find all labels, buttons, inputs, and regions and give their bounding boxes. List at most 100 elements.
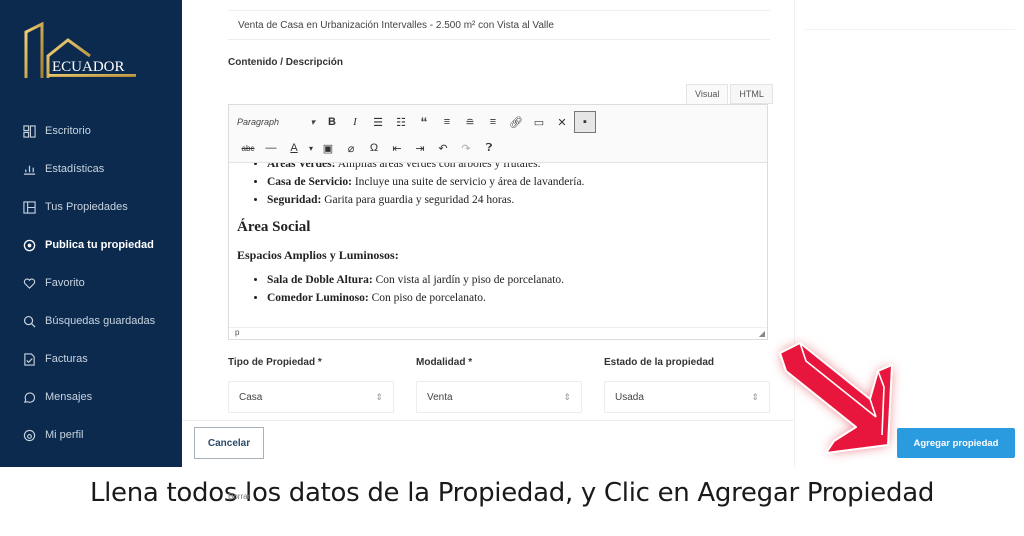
special-character-icon[interactable]: Ω [363, 137, 385, 159]
sidebar-item-cerrar-sesion[interactable]: Cerrar sesión [0, 454, 182, 467]
format-select[interactable]: Paragraph ▾ [237, 111, 321, 133]
tab-visual[interactable]: Visual [686, 84, 729, 104]
element-path: p [229, 327, 767, 339]
select-chevron-icon: ⇕ [375, 391, 383, 402]
bold-button[interactable]: B [321, 111, 343, 133]
social-area-list: Sala de Doble Altura: Con vista al jardí… [229, 271, 767, 307]
italic-button[interactable]: I [344, 111, 366, 133]
read-more-icon[interactable]: ▭ [528, 111, 550, 133]
sidebar-item-facturas[interactable]: Facturas [0, 340, 182, 378]
ecuador-logo[interactable]: ECUADOR [20, 20, 140, 82]
editor-toolbar: Paragraph ▾ B I ☰ ☷ “ ≡ ≘ ≡ 🔗︎ ▭ ✕ ▪ abc… [229, 105, 767, 163]
align-center-icon[interactable]: ≘ [459, 111, 481, 133]
property-title-input[interactable]: Venta de Casa en Urbanización Intervalle… [228, 10, 770, 40]
properties-icon [22, 200, 36, 214]
property-type-label: Tipo de Propiedad * [228, 357, 322, 368]
indent-icon[interactable]: ⇥ [409, 137, 431, 159]
description-label: Contenido / Descripción [228, 57, 344, 68]
undo-icon[interactable]: ↶ [432, 137, 454, 159]
text-color-caret-icon[interactable]: ▾ [306, 137, 316, 159]
dashboard-icon [22, 124, 36, 138]
help-icon[interactable]: ❓︎ [478, 137, 500, 159]
blockquote-icon[interactable]: “ [413, 111, 435, 133]
sidebar-item-label: Escritorio [45, 125, 91, 137]
footer-divider [182, 420, 794, 421]
invoice-icon [22, 352, 36, 366]
sidebar-item-label: Facturas [45, 353, 88, 365]
sidebar-item-busquedas-guardadas[interactable]: Búsquedas guardadas [0, 302, 182, 340]
strikethrough-icon[interactable]: abc [237, 137, 259, 159]
sidebar-item-estadisticas[interactable]: Estadísticas [0, 150, 182, 188]
instruction-caption: Llena todos los datos de la Propiedad, y… [89, 478, 935, 508]
list-item: Seguridad: Garita para guardia y segurid… [267, 191, 767, 209]
property-type-value: Casa [239, 391, 263, 403]
cancel-button[interactable]: Cancelar [194, 427, 264, 459]
sidebar-item-favorito[interactable]: Favorito [0, 264, 182, 302]
sidebar-item-label: Favorito [45, 277, 85, 289]
property-type-select[interactable]: Casa ⇕ [228, 381, 394, 413]
add-property-button[interactable]: Agregar propiedad [897, 428, 1015, 458]
content-subheading: Espacios Amplios y Luminosos: [237, 248, 399, 262]
heart-icon [22, 276, 36, 290]
editor-mode-tabs: Visual HTML [684, 84, 773, 104]
format-select-value: Paragraph [237, 117, 280, 127]
right-panel-header [805, 0, 1015, 30]
logout-icon [22, 466, 36, 467]
sidebar-item-label: Búsquedas guardadas [45, 315, 156, 327]
content-heading: Área Social [237, 219, 311, 235]
list-item: Casa de Servicio: Incluye una suite de s… [267, 173, 767, 191]
list-item: Sala de Doble Altura: Con vista al jardí… [267, 271, 767, 289]
sidebar-item-label: Estadísticas [45, 163, 105, 175]
sidebar-item-label: Publica tu propiedad [45, 239, 154, 251]
house-logo-icon: ECUADOR [24, 21, 136, 78]
sidebar-item-label: Mi perfil [45, 429, 84, 441]
sidebar-item-publica-tu-propiedad[interactable]: Publica tu propiedad [0, 226, 182, 264]
sidebar-item-label: Tus Propiedades [45, 201, 128, 213]
select-chevron-icon: ⇕ [563, 391, 571, 402]
outdent-icon[interactable]: ⇤ [386, 137, 408, 159]
property-state-value: Usada [615, 391, 644, 403]
numbered-list-icon[interactable]: ☷ [390, 111, 412, 133]
property-state-label: Estado de la propiedad [604, 357, 715, 368]
bulleted-list-icon[interactable]: ☰ [367, 111, 389, 133]
caret-down-icon: ▾ [310, 116, 315, 127]
red-arrow-icon [779, 342, 893, 454]
search-icon [22, 314, 36, 328]
list-item: Áreas Verdes: Amplias áreas verdes con á… [267, 163, 767, 173]
rich-text-editor: Paragraph ▾ B I ☰ ☷ “ ≡ ≘ ≡ 🔗︎ ▭ ✕ ▪ abc… [228, 104, 768, 340]
sidebar-item-tus-propiedades[interactable]: Tus Propiedades [0, 188, 182, 226]
link-icon[interactable]: 🔗︎ [505, 111, 527, 133]
message-icon [22, 390, 36, 404]
screen: ECUADOR Escritorio Estadísticas Tus Prop… [0, 0, 1024, 536]
sidebar-item-mi-perfil[interactable]: Mi perfil [0, 416, 182, 454]
profile-icon [22, 428, 36, 442]
modality-label: Modalidad * [416, 357, 473, 368]
features-list: Áreas Verdes: Amplias áreas verdes con á… [229, 163, 767, 209]
publish-icon [22, 238, 36, 252]
sidebar-item-mensajes[interactable]: Mensajes [0, 378, 182, 416]
align-left-icon[interactable]: ≡ [436, 111, 458, 133]
align-right-icon[interactable]: ≡ [482, 111, 504, 133]
stats-icon [22, 162, 36, 176]
fullscreen-icon[interactable]: ✕ [551, 111, 573, 133]
toolbar-toggle-icon[interactable]: ▪ [574, 111, 596, 133]
horizontal-line-icon[interactable]: — [260, 137, 282, 159]
sidebar-item-label: Mensajes [45, 391, 93, 403]
paste-text-icon[interactable]: ▣ [317, 137, 339, 159]
sidebar-item-escritorio[interactable]: Escritorio [0, 112, 182, 150]
list-item: Comedor Luminoso: Con piso de porcelanat… [267, 289, 767, 307]
property-state-select[interactable]: Usada ⇕ [604, 381, 770, 413]
sidebar-nav: Escritorio Estadísticas Tus Propiedades … [0, 112, 182, 467]
clear-formatting-icon[interactable]: ⌀ [340, 137, 362, 159]
caption-overlap-text: Borrar [228, 492, 251, 501]
property-form: Venta de Casa en Urbanización Intervalle… [182, 0, 794, 467]
sidebar: ECUADOR Escritorio Estadísticas Tus Prop… [0, 0, 182, 467]
text-color-icon[interactable]: A [283, 137, 305, 159]
tab-html[interactable]: HTML [730, 84, 773, 104]
editor-content[interactable]: Áreas Verdes: Amplias áreas verdes con á… [229, 163, 767, 329]
svg-text:ECUADOR: ECUADOR [52, 59, 125, 75]
modality-value: Venta [427, 391, 453, 403]
redo-icon[interactable]: ↷ [455, 137, 477, 159]
select-chevron-icon: ⇕ [751, 391, 759, 402]
modality-select[interactable]: Venta ⇕ [416, 381, 582, 413]
